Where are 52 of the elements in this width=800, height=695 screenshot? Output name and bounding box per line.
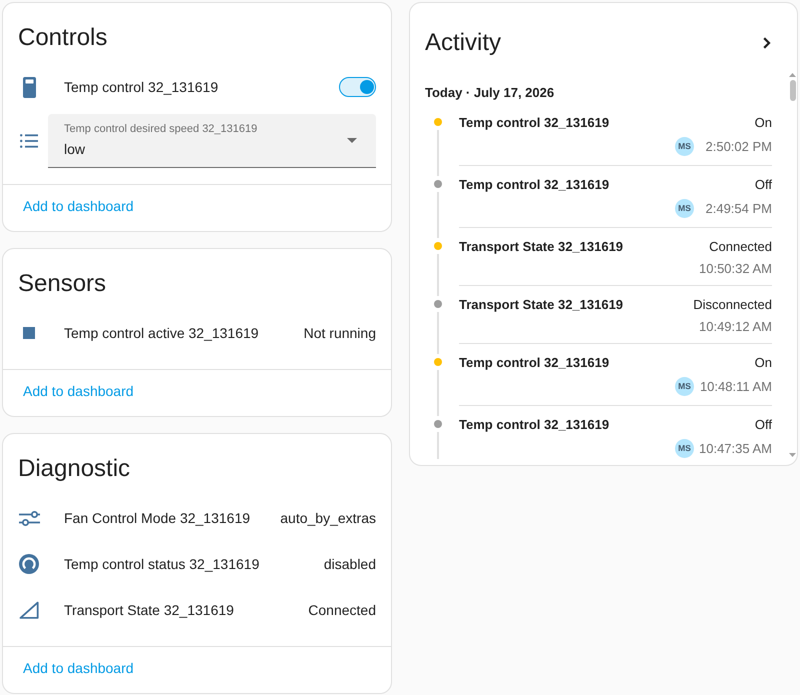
entity-name: Temp control status 32_131619	[64, 555, 260, 574]
scroll-up-arrow-icon[interactable]	[789, 73, 796, 77]
add-to-dashboard-button[interactable]: Add to dashboard	[11, 188, 146, 224]
entity-name: Temp control active 32_131619	[64, 324, 259, 343]
entity-state: auto_by_extras	[280, 509, 376, 528]
sliders-icon	[18, 510, 40, 526]
user-avatar: MS	[675, 136, 694, 156]
date-heading: Today · July 17, 2026	[425, 84, 554, 102]
timestamp: 10:49:12 AM	[698, 318, 772, 334]
list-icon	[20, 134, 38, 148]
toggle-switch[interactable]	[339, 77, 376, 97]
entity-state: Connected	[709, 238, 772, 254]
timestamp: 10:48:11 AM	[698, 378, 772, 394]
chevron-right-icon[interactable]	[763, 37, 771, 49]
entity-state: Disconnected	[693, 296, 772, 312]
device-icon	[22, 76, 36, 98]
card-title: Controls	[18, 23, 108, 53]
select-field[interactable]: Temp control desired speed 32_131619 low	[48, 114, 376, 168]
user-avatar: MS	[675, 438, 694, 458]
entity-state: disabled	[324, 555, 376, 574]
entity-state: Off	[754, 176, 772, 192]
entity-name: Temp control 32_131619	[459, 354, 610, 370]
scrollbar-thumb[interactable]	[790, 80, 796, 101]
gauge-icon	[19, 554, 39, 574]
signal-icon	[19, 601, 39, 619]
user-avatar: MS	[675, 198, 694, 218]
timestamp: 2:50:02 PM	[704, 138, 772, 154]
user-avatar: MS	[675, 376, 694, 396]
caret-icon	[347, 138, 357, 143]
scroll-down-arrow-icon[interactable]	[789, 453, 796, 457]
entity-state: On	[754, 114, 772, 130]
entity-name: Temp control 32_131619	[459, 416, 610, 432]
square-icon	[23, 327, 35, 339]
timestamp: 10:47:35 AM	[698, 440, 772, 456]
card-title: Diagnostic	[18, 454, 130, 484]
activity-title: Activity	[425, 28, 502, 58]
entity-name: Temp control 32_131619	[459, 176, 610, 192]
card-title: Sensors	[18, 269, 106, 299]
entity-name: Transport State 32_131619	[64, 601, 234, 620]
entity-state: Connected	[308, 601, 376, 620]
entity-state: Off	[754, 416, 772, 432]
entity-name: Temp control 32_131619	[459, 114, 610, 130]
entity-state: Not running	[304, 324, 376, 343]
entity-name: Fan Control Mode 32_131619	[64, 509, 250, 528]
entity-name: Transport State 32_131619	[459, 296, 624, 312]
timestamp: 2:49:54 PM	[704, 200, 772, 216]
add-to-dashboard-button[interactable]: Add to dashboard	[11, 373, 146, 409]
entity-name: Transport State 32_131619	[459, 238, 624, 254]
entity-state: On	[754, 354, 772, 370]
entity-name: Temp control 32_131619	[64, 78, 218, 97]
timestamp: 10:50:32 AM	[698, 260, 772, 276]
add-to-dashboard-button[interactable]: Add to dashboard	[11, 650, 146, 686]
